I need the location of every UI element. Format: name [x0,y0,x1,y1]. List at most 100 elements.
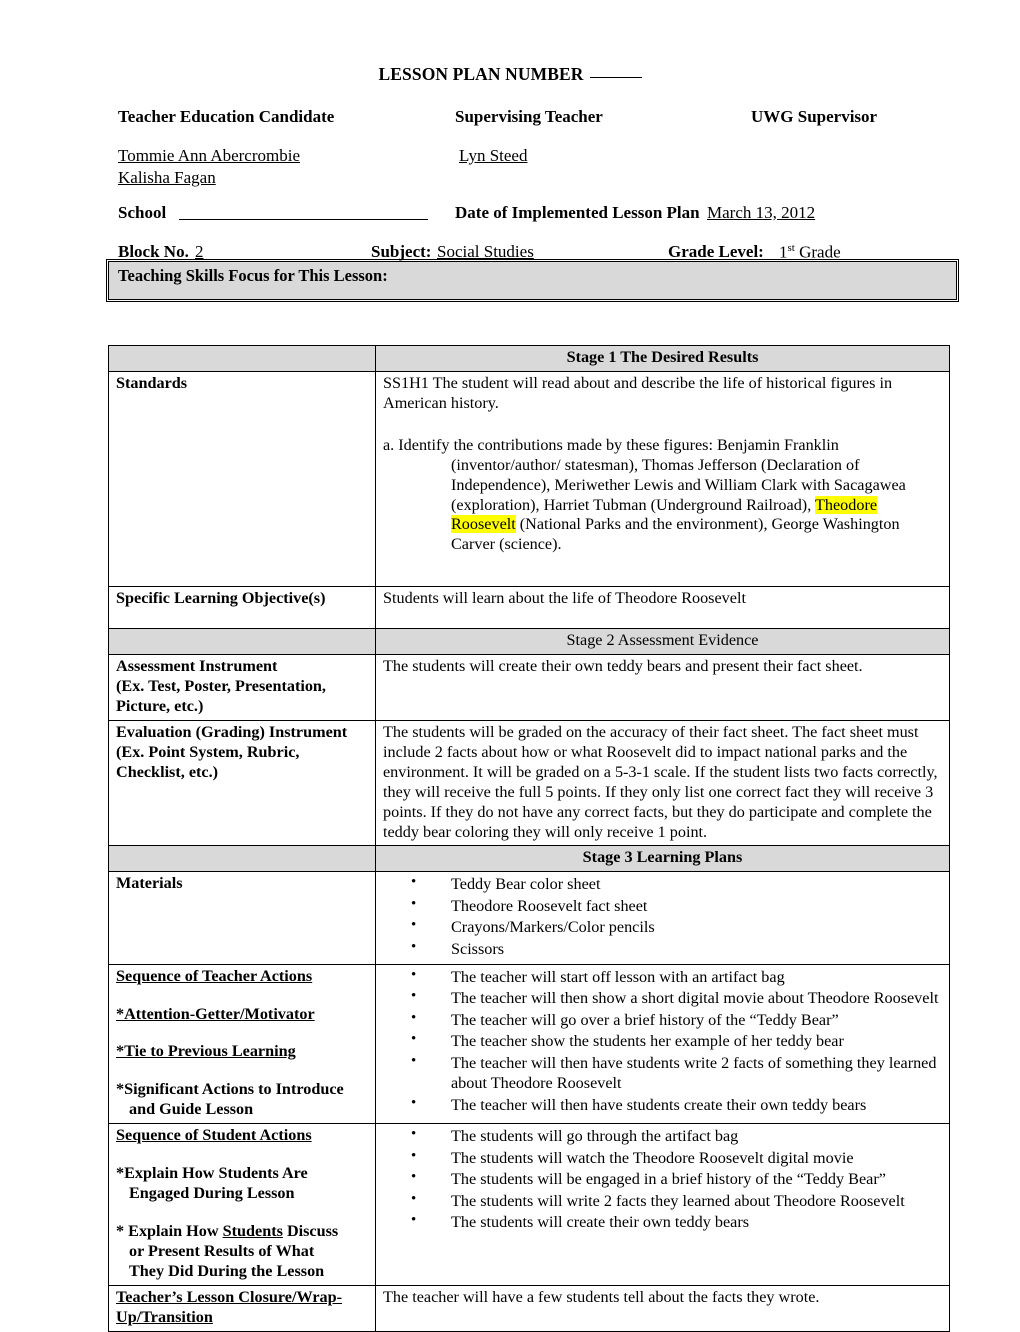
objective-value: Students will learn about the life of Th… [383,589,746,608]
closure-value-cell: The teacher will have a few students tel… [375,1284,950,1332]
assessment-value: The students will create their own teddy… [383,657,863,676]
teacher-actions-label: Sequence of Teacher Actions [116,966,313,985]
assessment-label-line2: (Ex. Test, Poster, Presentation, [116,677,326,696]
stage1-header-row: Stage 1 The Desired Results [108,345,950,372]
evaluation-instrument-row: Evaluation (Grading) Instrument (Ex. Poi… [108,719,950,847]
grade-suffix-text: Grade [794,242,841,262]
evaluation-label-line2: (Ex. Point System, Rubric, [116,742,300,761]
closure-label-line1: Teacher’s Lesson Closure/Wrap- [116,1287,343,1306]
list-item: Theodore Roosevelt fact sheet [383,895,944,917]
assessment-label-line1: Assessment Instrument [116,657,278,676]
list-item: The teacher will then have students crea… [383,1094,944,1116]
label-uwg-supervisor: UWG Supervisor [751,107,878,126]
value-subject: Social Studies [437,242,534,261]
teacher-actions-sub-attention-getter: *Attention-Getter/Motivator [116,1004,315,1023]
value-supervising-teacher: Lyn Steed [459,146,528,165]
teacher-actions-sub-significant-actions-line1: *Significant Actions to Introduce [116,1080,344,1099]
teacher-actions-sub-significant-actions-line2: and Guide Lesson [129,1100,254,1119]
stage1-header-label: Stage 1 The Desired Results [375,345,950,372]
label-date-implemented: Date of Implemented Lesson Plan [455,203,700,222]
value-grade-level: 1st Grade [779,242,841,263]
list-item: Teddy Bear color sheet [383,873,944,895]
list-item: The students will be engaged in a brief … [383,1168,944,1190]
student-actions-sub-engaged-line1: *Explain How Students Are [116,1164,308,1183]
teaching-skills-focus-box[interactable]: Teaching Skills Focus for This Lesson: [105,258,960,303]
standards-label-cell: Standards [108,370,376,588]
value-block-no: 2 [195,242,204,261]
list-item: The students will go through the artifac… [383,1125,944,1147]
closure-value: The teacher will have a few students tel… [383,1287,820,1306]
assessment-instrument-row: Assessment Instrument (Ex. Test, Poster,… [108,654,950,721]
evaluation-value-cell: The students will be graded on the accur… [375,719,950,847]
student-actions-label-cell: Sequence of Student Actions *Explain How… [108,1123,376,1286]
list-item: The teacher will start off lesson with a… [383,966,944,988]
stage2-header-label: Stage 2 Assessment Evidence [375,628,950,656]
standards-value-cell: SS1H1 The student will read about and de… [375,370,950,588]
value-candidate-line2: Kalisha Fagan [118,168,216,187]
teacher-actions-sub-tie-previous-learning: *Tie to Previous Learning [116,1042,296,1061]
materials-value-cell: Teddy Bear color sheetTheodore Roosevelt… [375,871,950,965]
list-item: The students will create their own teddy… [383,1211,944,1233]
evaluation-value: The students will be graded on the accur… [383,722,938,841]
stage2-header-spacer [108,628,376,656]
stage1-header-spacer [108,345,376,372]
page-title: LESSON PLAN NUMBER [0,64,1020,85]
evaluation-label-line1: Evaluation (Grading) Instrument [116,722,348,741]
label-school: School [118,203,167,222]
stage3-header-label: Stage 3 Learning Plans [375,845,950,873]
grade-ordinal-suffix: st [787,242,795,254]
standards-label: Standards [116,373,188,392]
stage2-header-row: Stage 2 Assessment Evidence [108,628,950,656]
teacher-actions-list: The teacher will start off lesson with a… [383,966,944,1116]
list-item: The teacher show the students her exampl… [383,1030,944,1052]
student-actions-sub-engaged-line2: Engaged During Lesson [129,1184,295,1203]
student-actions-discuss-pre: * Explain How [116,1221,223,1240]
materials-label-cell: Materials [108,871,376,965]
school-blank-line[interactable] [179,219,428,220]
assessment-label-cell: Assessment Instrument (Ex. Test, Poster,… [108,654,376,721]
closure-row: Teacher’s Lesson Closure/Wrap- Up/Transi… [108,1284,950,1332]
stage3-header-row: Stage 3 Learning Plans [108,845,950,873]
closure-label-cell: Teacher’s Lesson Closure/Wrap- Up/Transi… [108,1284,376,1332]
materials-label: Materials [116,874,183,893]
student-actions-sub-discuss-line1: * Explain How Students Discuss [116,1222,370,1242]
closure-label-line2: Up/Transition [116,1307,213,1326]
value-date-implemented: March 13, 2012 [707,203,816,222]
standards-row: Standards SS1H1 The student will read ab… [108,370,950,588]
value-candidate-line1: Tommie Ann Abercrombie [118,146,300,165]
teacher-actions-value-cell: The teacher will start off lesson with a… [375,963,950,1125]
lesson-plan-number-blank[interactable] [589,64,642,78]
standards-item-a-first-line: a. Identify the contributions made by th… [383,436,944,456]
page-title-text: LESSON PLAN NUMBER [378,64,584,84]
lesson-plan-table: Stage 1 The Desired Results Standards SS… [108,345,950,1332]
standards-intro: SS1H1 The student will read about and de… [383,373,893,412]
stage3-header-spacer [108,845,376,873]
student-actions-sub-discuss-line3: They Did During the Lesson [129,1261,325,1280]
standards-item-a: a. Identify the contributions made by th… [383,436,944,556]
lesson-plan-page: LESSON PLAN NUMBER Teacher Education Can… [0,0,1020,1332]
list-item: The students will watch the Theodore Roo… [383,1147,944,1169]
evaluation-label-line3: Checklist, etc.) [116,762,219,781]
materials-row: Materials Teddy Bear color sheetTheodore… [108,871,950,965]
list-item: The teacher will go over a brief history… [383,1009,944,1031]
student-actions-row: Sequence of Student Actions *Explain How… [108,1123,950,1286]
standards-item-a-text1: Identify the contributions made by these… [398,435,839,454]
grade-number: 1 [779,242,788,262]
objective-label-cell: Specific Learning Objective(s) [108,586,376,630]
standards-item-a-marker: a. [383,435,395,454]
label-subject: Subject: [371,242,432,261]
list-item: The students will write 2 facts they lea… [383,1190,944,1212]
standards-item-a-body: (inventor/author/ statesman), Thomas Jef… [383,456,944,556]
label-grade-level: Grade Level: [668,242,764,261]
objective-row: Specific Learning Objective(s) Students … [108,586,950,630]
label-teacher-education-candidate: Teacher Education Candidate [118,107,335,126]
evaluation-label-cell: Evaluation (Grading) Instrument (Ex. Poi… [108,719,376,847]
objective-label: Specific Learning Objective(s) [116,589,326,608]
student-actions-list: The students will go through the artifac… [383,1125,944,1233]
list-item: The teacher will then show a short digit… [383,987,944,1009]
label-block-no: Block No. [118,242,189,261]
standards-item-a-text3: (National Parks and the environment), Ge… [451,515,900,554]
list-item: The teacher will then have students writ… [383,1052,944,1094]
objective-value-cell: Students will learn about the life of Th… [375,586,950,630]
student-actions-discuss-post: Discuss [282,1221,339,1240]
